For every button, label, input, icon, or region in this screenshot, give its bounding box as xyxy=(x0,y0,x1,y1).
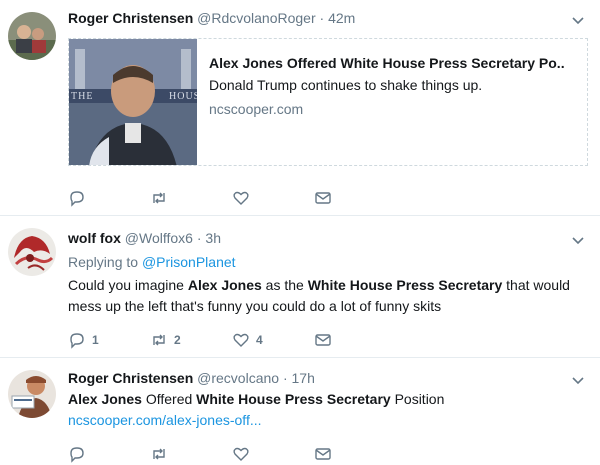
timestamp[interactable]: 42m xyxy=(328,10,355,26)
reply-count: 1 xyxy=(92,333,99,347)
avatar[interactable] xyxy=(8,228,56,276)
reply-icon xyxy=(70,447,84,463)
timestamp[interactable]: 17h xyxy=(292,370,315,386)
text-bold: Alex Jones xyxy=(187,277,262,293)
envelope-icon xyxy=(315,334,331,346)
tweet-text: Alex Jones Offered White House Press Sec… xyxy=(68,389,586,410)
text-part: Position xyxy=(390,391,445,407)
card-description: Donald Trump continues to shake things u… xyxy=(209,77,483,93)
tweet-link[interactable]: ncscooper.com/alex-jones-off... xyxy=(68,410,586,431)
timestamp[interactable]: 3h xyxy=(205,230,221,246)
heart-icon xyxy=(233,333,249,347)
display-name[interactable]: Roger Christensen xyxy=(68,370,193,386)
tweet-3[interactable]: Roger Christensen @recvolcano · 17h Alex… xyxy=(0,358,600,465)
tweet-1[interactable]: Roger Christensen @RdcvolanoRoger · 42m xyxy=(0,0,600,216)
user-handle[interactable]: @RdcvolanoRoger xyxy=(197,10,316,26)
retweet-icon xyxy=(153,192,165,204)
text-part: Could you imagine xyxy=(68,277,188,293)
tweet-2[interactable]: wolf fox @Wolffox6 · 3h Replying to @Pri… xyxy=(0,216,600,358)
separator-dot: · xyxy=(282,370,288,386)
envelope-icon xyxy=(315,192,331,204)
like-count: 4 xyxy=(256,333,263,347)
link-card[interactable]: THE HOUS Alex Jones Offered White House … xyxy=(68,38,588,166)
avatar[interactable] xyxy=(8,370,56,418)
dm-button[interactable] xyxy=(314,188,396,208)
retweet-button[interactable] xyxy=(150,444,232,464)
like-button[interactable] xyxy=(232,444,314,464)
display-name[interactable]: wolf fox xyxy=(68,230,121,246)
reply-button[interactable] xyxy=(68,444,150,464)
card-domain[interactable]: ncscooper.com xyxy=(209,101,303,117)
tweet-actions: 1 2 4 xyxy=(68,330,396,350)
user-handle[interactable]: @recvolcano xyxy=(197,370,279,386)
retweet-button[interactable]: 2 xyxy=(150,330,232,350)
chevron-down-icon[interactable] xyxy=(570,12,586,28)
separator-dot: · xyxy=(196,230,202,246)
tweet-header: Roger Christensen @recvolcano · 17h xyxy=(68,370,315,386)
text-part: Offered xyxy=(141,391,197,407)
retweet-button[interactable] xyxy=(150,188,232,208)
tweet-header: wolf fox @Wolffox6 · 3h xyxy=(68,230,221,246)
like-button[interactable] xyxy=(232,188,314,208)
like-button[interactable]: 4 xyxy=(232,330,314,350)
thumb-text-right: HOUS xyxy=(169,91,197,102)
envelope-icon xyxy=(315,448,331,460)
text-bold: White House Press Secretary xyxy=(196,391,391,407)
retweet-icon xyxy=(153,448,165,460)
dm-button[interactable] xyxy=(314,444,396,464)
user-handle[interactable]: @Wolffox6 xyxy=(125,230,193,246)
heart-icon xyxy=(233,447,249,461)
avatar[interactable] xyxy=(8,12,56,60)
replying-handle-link[interactable]: @PrisonPlanet xyxy=(142,254,236,270)
tweet-actions xyxy=(68,444,396,464)
separator-dot: · xyxy=(319,10,325,26)
replying-prefix: Replying to xyxy=(68,254,139,270)
chevron-down-icon[interactable] xyxy=(570,372,586,388)
chevron-down-icon[interactable] xyxy=(570,232,586,248)
reply-button[interactable]: 1 xyxy=(68,330,150,350)
replying-to: Replying to @PrisonPlanet xyxy=(68,254,236,270)
text-bold: White House Press Secretary xyxy=(307,277,503,293)
reply-icon xyxy=(70,191,84,207)
reply-icon xyxy=(70,333,84,349)
tweet-header: Roger Christensen @RdcvolanoRoger · 42m xyxy=(68,10,355,26)
thumb-text-left: THE xyxy=(71,91,94,102)
tweet-actions xyxy=(68,188,396,208)
text-part: as the xyxy=(261,277,308,293)
tweet-feed: Roger Christensen @RdcvolanoRoger · 42m xyxy=(0,0,600,465)
display-name[interactable]: Roger Christensen xyxy=(68,10,193,26)
retweet-icon xyxy=(153,334,165,346)
heart-icon xyxy=(233,191,249,205)
reply-button[interactable] xyxy=(68,188,150,208)
retweet-count: 2 xyxy=(174,333,181,347)
tweet-text: Could you imagine Alex Jones as the Whit… xyxy=(68,275,586,317)
text-bold: Alex Jones xyxy=(68,391,142,407)
card-title[interactable]: Alex Jones Offered White House Press Sec… xyxy=(209,55,565,71)
dm-button[interactable] xyxy=(314,330,396,350)
card-thumbnail: THE HOUS xyxy=(69,39,197,165)
